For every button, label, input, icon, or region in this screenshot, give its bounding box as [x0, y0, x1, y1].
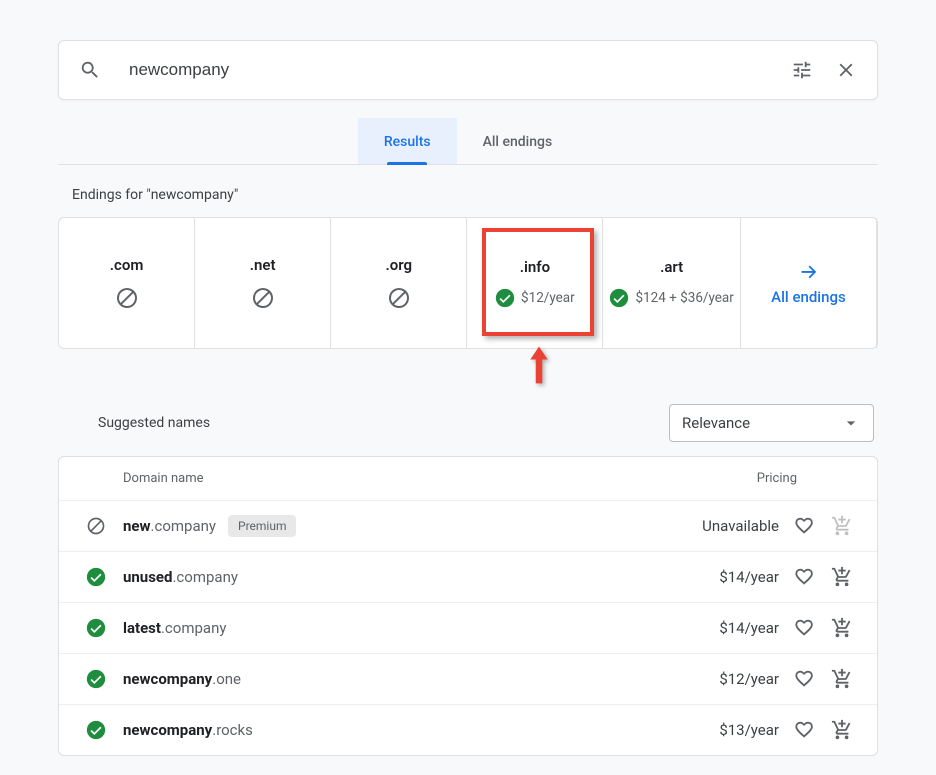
block-icon [83, 516, 109, 536]
price: Unavailable [669, 517, 779, 535]
favorite-icon[interactable] [793, 566, 815, 588]
all-endings-label: All endings [771, 288, 846, 306]
ending-art[interactable]: .art $124 + $36/year [603, 218, 740, 348]
results-table: Domain name Pricing new.company Premium … [58, 456, 878, 756]
table-row: unused.company $14/year [59, 551, 877, 602]
ending-name: .org [386, 256, 413, 274]
domain-name[interactable]: newcompany.one [109, 670, 669, 688]
domain-name[interactable]: latest.company [109, 619, 669, 637]
check-circle-icon [495, 288, 515, 308]
ending-org[interactable]: .org [331, 218, 467, 348]
arrow-right-icon [797, 260, 819, 282]
endings-grid: .com .net .org .info $12/year .art $124 … [58, 217, 878, 349]
ending-name: .com [110, 256, 144, 274]
table-row: latest.company $14/year [59, 602, 877, 653]
price: $14/year [669, 568, 779, 586]
table-row: newcompany.rocks $13/year [59, 704, 877, 755]
check-circle-icon [83, 618, 109, 638]
chevron-down-icon [841, 413, 861, 433]
ending-com[interactable]: .com [59, 218, 195, 348]
domain-name[interactable]: newcompany.rocks [109, 721, 669, 739]
all-endings-button[interactable]: All endings [741, 218, 877, 348]
filter-icon[interactable] [791, 59, 813, 81]
ending-net[interactable]: .net [195, 218, 331, 348]
search-icon [79, 59, 101, 81]
tab-all-endings[interactable]: All endings [457, 118, 579, 164]
sort-dropdown[interactable]: Relevance [669, 404, 874, 442]
sort-value: Relevance [682, 414, 750, 432]
add-to-cart-icon[interactable] [831, 719, 853, 741]
annotation-arrow-icon [526, 346, 552, 390]
ending-info[interactable]: .info $12/year [467, 218, 603, 348]
suggested-names-heading: Suggested names [98, 415, 210, 431]
price: $14/year [669, 619, 779, 637]
price: $13/year [669, 721, 779, 739]
column-header-domain: Domain name [83, 471, 693, 486]
favorite-icon[interactable] [793, 668, 815, 690]
tab-results[interactable]: Results [358, 118, 457, 164]
search-input[interactable] [129, 60, 791, 80]
column-header-pricing: Pricing [693, 471, 853, 486]
check-circle-icon [83, 669, 109, 689]
check-circle-icon [83, 720, 109, 740]
favorite-icon[interactable] [793, 617, 815, 639]
add-to-cart-icon[interactable] [831, 617, 853, 639]
results-tabs: Results All endings [58, 118, 878, 165]
table-row: new.company Premium Unavailable [59, 500, 877, 551]
table-row: newcompany.one $12/year [59, 653, 877, 704]
domain-name[interactable]: unused.company [109, 568, 669, 586]
check-circle-icon [609, 288, 629, 308]
ending-name: .info [520, 258, 550, 276]
block-icon [115, 286, 139, 310]
endings-heading: Endings for "newcompany" [72, 187, 878, 203]
add-to-cart-icon[interactable] [831, 566, 853, 588]
domain-name[interactable]: new.company Premium [109, 515, 669, 537]
favorite-icon[interactable] [793, 515, 815, 537]
domain-search-bar [58, 40, 878, 100]
premium-badge: Premium [228, 515, 296, 537]
clear-search-icon[interactable] [835, 59, 857, 81]
ending-price: $124 + $36/year [635, 290, 733, 306]
block-icon [387, 286, 411, 310]
favorite-icon[interactable] [793, 719, 815, 741]
check-circle-icon [83, 567, 109, 587]
block-icon [251, 286, 275, 310]
price: $12/year [669, 670, 779, 688]
add-to-cart-icon [831, 515, 853, 537]
ending-name: .net [250, 256, 276, 274]
ending-name: .art [660, 258, 683, 276]
add-to-cart-icon[interactable] [831, 668, 853, 690]
ending-price: $12/year [521, 290, 575, 306]
